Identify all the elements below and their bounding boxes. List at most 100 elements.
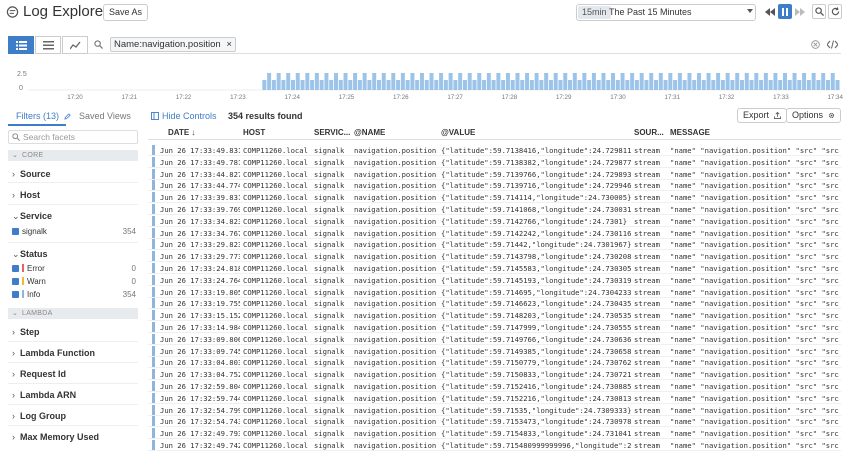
histogram-bar[interactable] bbox=[534, 73, 539, 90]
facet-value-error[interactable]: Error 0 bbox=[12, 264, 136, 273]
histogram-bar[interactable] bbox=[802, 73, 807, 90]
histogram-bar[interactable] bbox=[276, 73, 281, 90]
table-row[interactable]: Jun 26 17:33:24.818 COMP11260.local signal… bbox=[148, 262, 841, 274]
histogram-bar[interactable] bbox=[343, 73, 348, 90]
histogram-bar[interactable] bbox=[505, 73, 510, 90]
histogram-bar[interactable] bbox=[367, 80, 372, 90]
histogram-bar[interactable] bbox=[596, 80, 601, 90]
histogram-bar[interactable] bbox=[778, 80, 783, 90]
clear-icon[interactable] bbox=[811, 40, 820, 49]
histogram-bar[interactable] bbox=[453, 80, 458, 90]
export-button[interactable]: Export bbox=[737, 108, 787, 123]
histogram-bar[interactable] bbox=[615, 80, 620, 90]
table-row[interactable]: Jun 26 17:33:19.805 COMP11260.local signal… bbox=[148, 286, 841, 298]
facet-lambda-function[interactable]: › Lambda Function bbox=[12, 348, 95, 358]
histogram-bar[interactable] bbox=[792, 73, 797, 90]
list-view-button[interactable] bbox=[8, 36, 34, 54]
column-source[interactable]: SOUR... bbox=[634, 128, 664, 137]
histogram-bar[interactable] bbox=[644, 80, 649, 90]
histogram-bar[interactable] bbox=[381, 73, 386, 90]
histogram-bar[interactable] bbox=[267, 73, 272, 90]
histogram-bar[interactable] bbox=[601, 73, 606, 90]
histogram-bar[interactable] bbox=[563, 73, 568, 90]
histogram-bar[interactable] bbox=[821, 73, 826, 90]
histogram-bar[interactable] bbox=[419, 73, 424, 90]
histogram-bar[interactable] bbox=[467, 73, 472, 90]
facet-step[interactable]: › Step bbox=[12, 327, 40, 337]
histogram-bar[interactable] bbox=[333, 73, 338, 90]
log-histogram[interactable]: 2.5 0 17:20 17:21 17:22 17:23 17:24 17:25 17:2… bbox=[0, 62, 847, 104]
histogram-bar[interactable] bbox=[625, 80, 630, 90]
histogram-bar[interactable] bbox=[620, 73, 625, 90]
histogram-bar[interactable] bbox=[539, 80, 544, 90]
histogram-bar[interactable] bbox=[319, 80, 324, 90]
histogram-bar[interactable] bbox=[348, 80, 353, 90]
histogram-bar[interactable] bbox=[429, 73, 434, 90]
histogram-bar[interactable] bbox=[634, 80, 639, 90]
histogram-bar[interactable] bbox=[424, 80, 429, 90]
histogram-bar[interactable] bbox=[730, 80, 735, 90]
zoom-button[interactable] bbox=[812, 4, 826, 19]
table-row[interactable]: Jun 26 17:33:29.773 COMP11260.local signal… bbox=[148, 250, 841, 263]
pencil-icon[interactable] bbox=[63, 113, 71, 120]
pattern-view-button[interactable] bbox=[35, 36, 61, 54]
histogram-bar[interactable] bbox=[582, 73, 587, 90]
table-row[interactable]: Jun 26 17:32:49.742 COMP11260.local signal… bbox=[148, 439, 841, 451]
histogram-bar[interactable] bbox=[491, 80, 496, 90]
facet-host[interactable]: › Host bbox=[12, 190, 40, 200]
table-row[interactable]: Jun 26 17:32:49.793 COMP11260.local signal… bbox=[148, 427, 841, 440]
facet-source[interactable]: › Source bbox=[12, 169, 51, 179]
histogram-bar[interactable] bbox=[520, 80, 525, 90]
histogram-bar[interactable] bbox=[415, 80, 420, 90]
histogram-bar[interactable] bbox=[525, 73, 530, 90]
histogram-bar[interactable] bbox=[763, 73, 768, 90]
histogram-bar[interactable] bbox=[357, 80, 362, 90]
histogram-bar[interactable] bbox=[376, 80, 381, 90]
column-name[interactable]: @NAME bbox=[354, 128, 385, 137]
histogram-bar[interactable] bbox=[697, 73, 701, 90]
histogram-bar[interactable] bbox=[720, 80, 725, 90]
histogram-bar[interactable] bbox=[630, 73, 635, 90]
table-row[interactable]: Jun 26 17:32:54.743 COMP11260.local signal… bbox=[148, 415, 841, 428]
rewind-button[interactable] bbox=[763, 4, 777, 19]
table-row[interactable]: Jun 26 17:32:59.804 COMP11260.local signal… bbox=[148, 380, 841, 392]
saved-views-tab[interactable]: Saved Views bbox=[79, 111, 131, 121]
facet-service[interactable]: ⌄Service bbox=[12, 211, 52, 222]
histogram-bar[interactable] bbox=[773, 73, 778, 90]
hide-controls-button[interactable]: Hide Controls bbox=[151, 111, 217, 121]
column-message[interactable]: MESSAGE bbox=[670, 128, 710, 137]
histogram-bar[interactable] bbox=[658, 73, 663, 90]
histogram-bar[interactable] bbox=[816, 80, 821, 90]
close-icon[interactable]: × bbox=[226, 39, 232, 50]
histogram-bar[interactable] bbox=[682, 80, 687, 90]
histogram-bar[interactable] bbox=[649, 73, 654, 90]
histogram-bar[interactable] bbox=[692, 80, 697, 90]
facet-max-memory-used[interactable]: › Max Memory Used bbox=[12, 432, 99, 442]
histogram-bar[interactable] bbox=[735, 73, 740, 90]
histogram-bar[interactable] bbox=[338, 80, 343, 90]
histogram-bar[interactable] bbox=[711, 80, 716, 90]
column-date[interactable]: DATE ↓ bbox=[168, 128, 195, 137]
column-host[interactable]: HOST bbox=[243, 128, 265, 137]
histogram-bar[interactable] bbox=[448, 73, 453, 90]
histogram-bar[interactable] bbox=[725, 73, 730, 90]
histogram-bar[interactable] bbox=[754, 73, 759, 90]
table-row[interactable]: Jun 26 17:33:49.831 COMP11260.local signal… bbox=[148, 144, 841, 156]
table-row[interactable]: Jun 26 17:33:19.755 COMP11260.local signal… bbox=[148, 297, 841, 310]
histogram-bar[interactable] bbox=[577, 80, 582, 90]
save-as-button[interactable]: Save As bbox=[103, 4, 149, 21]
histogram-bar[interactable] bbox=[286, 73, 291, 90]
checkbox[interactable] bbox=[12, 265, 19, 272]
histogram-bar[interactable] bbox=[611, 73, 616, 90]
table-row[interactable]: Jun 26 17:33:24.764 COMP11260.local signal… bbox=[148, 274, 841, 286]
chevron-down-icon[interactable] bbox=[747, 9, 753, 13]
histogram-bar[interactable] bbox=[295, 73, 300, 90]
histogram-bar[interactable] bbox=[372, 73, 377, 90]
histogram-bar[interactable] bbox=[496, 73, 501, 90]
histogram-bar[interactable] bbox=[739, 80, 744, 90]
histogram-bar[interactable] bbox=[529, 80, 534, 90]
column-value[interactable]: @VALUE bbox=[441, 128, 475, 137]
table-row[interactable]: Jun 26 17:32:59.744 COMP11260.local signal… bbox=[148, 392, 841, 404]
facet-value-signalk[interactable]: signalk 354 bbox=[12, 227, 136, 236]
histogram-bar[interactable] bbox=[291, 80, 295, 90]
